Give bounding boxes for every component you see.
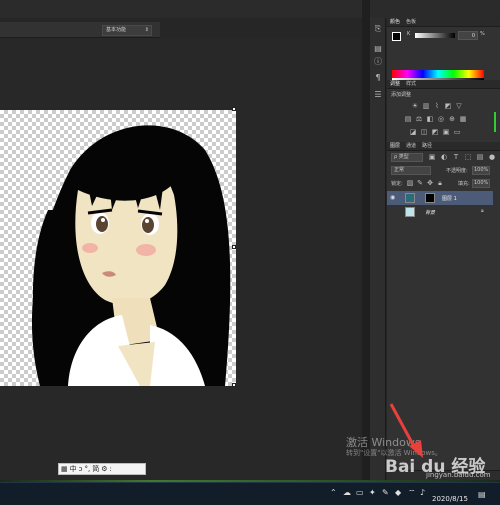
ime-simplified[interactable]: 简 (92, 464, 99, 474)
ime-toolbar[interactable]: ▦ 中 ɔ °, 简 ⚙ : (58, 463, 146, 475)
brightness-icon[interactable]: ☀ (411, 102, 419, 110)
eye-icon[interactable]: ◉ (390, 194, 395, 201)
workspace-select[interactable]: 基本功能 ⇕ (102, 25, 152, 36)
panel-icon-strip: ⎘ ▤ ⓘ ¶ ☰ (370, 18, 386, 480)
chevron-up-icon[interactable]: ⌃ (330, 488, 337, 497)
layer-thumbnail (405, 193, 415, 203)
chevron-down-icon: ⇕ (144, 27, 149, 33)
volume-icon[interactable]: ♪ (420, 488, 425, 497)
lock-label: 锁定: (391, 181, 403, 187)
tab-color[interactable]: 颜色 (390, 18, 400, 26)
gradient-map-icon[interactable]: ▭ (453, 128, 461, 136)
tab-styles[interactable]: 样式 (406, 80, 416, 88)
k-unit-label: % (480, 31, 485, 37)
adjustments-subtitle: 添加调整 (391, 92, 412, 98)
lock-position-icon[interactable]: ✥ (426, 179, 434, 187)
dock-divider (362, 0, 370, 480)
red-arrow-annotation (389, 403, 423, 458)
tab-adjustments[interactable]: 调整 (390, 80, 400, 88)
foreground-color-swatch[interactable] (392, 32, 401, 41)
ime-mode[interactable]: 中 (70, 464, 77, 474)
k-slider[interactable] (415, 33, 455, 38)
network-icon[interactable]: ⌔ (408, 488, 416, 498)
baidu-jingyan-url: jingyan.baidu.com (426, 471, 491, 479)
properties-icon[interactable]: ☰ (373, 90, 383, 100)
filter-type-icon[interactable]: T (452, 153, 460, 161)
filter-shape-icon[interactable]: ⬚ (464, 153, 472, 161)
layer-mask-thumbnail[interactable] (425, 193, 435, 203)
layer-name[interactable]: 背景 (425, 209, 435, 216)
filter-toggle-icon[interactable]: ● (488, 153, 496, 161)
color-spectrum-bar[interactable] (392, 70, 484, 78)
transform-handle[interactable] (232, 107, 236, 111)
ime-moon-icon[interactable]: ɔ (79, 464, 83, 474)
document-canvas[interactable] (0, 110, 236, 386)
vibrance-icon[interactable]: ▽ (455, 102, 463, 110)
tab-layers[interactable]: 图层 (390, 142, 400, 150)
info-icon[interactable]: ⓘ (373, 57, 383, 67)
transform-handle[interactable] (232, 245, 236, 249)
layer-kind-filter[interactable]: ρ 类型 (391, 153, 423, 162)
lock-icon: 🔒︎ (481, 208, 484, 214)
tab-channels[interactable]: 通道 (406, 142, 416, 150)
layer-row-selected[interactable]: ◉ 图层 1 (387, 191, 493, 205)
history-icon[interactable]: ⎘ (373, 24, 383, 34)
workspace-select-label: 基本功能 (106, 27, 127, 33)
paragraph-icon[interactable]: ¶ (373, 73, 383, 83)
posterize-icon[interactable]: ◫ (420, 128, 428, 136)
ime-grid-icon[interactable]: ▦ (61, 464, 68, 474)
k-channel-label: K (407, 31, 411, 37)
tab-swatches[interactable]: 色板 (406, 18, 416, 26)
opacity-label: 不透明度: (446, 168, 468, 174)
swatches-icon[interactable]: ▤ (373, 44, 383, 54)
filter-adjustment-icon[interactable]: ◐ (440, 153, 448, 161)
filter-smart-icon[interactable]: ▤ (476, 153, 484, 161)
layer-thumbnail (405, 207, 415, 217)
black-white-icon[interactable]: ◧ (426, 115, 434, 123)
anime-girl-illustration (31, 125, 231, 386)
photo-filter-icon[interactable]: ◎ (437, 115, 445, 123)
lock-transparency-icon[interactable]: ▨ (406, 179, 414, 187)
filter-pixel-icon[interactable]: ▣ (428, 153, 436, 161)
battery-icon[interactable]: ▭ (356, 488, 364, 497)
exposure-icon[interactable]: ◩ (444, 102, 452, 110)
layers-panel-tabs: 图层 通道 路径 (387, 142, 500, 151)
layer-row[interactable]: 背景 🔒︎ (387, 206, 493, 218)
color-lookup-icon[interactable]: ▦ (459, 115, 467, 123)
lock-all-icon[interactable]: 🔒︎ (436, 179, 444, 187)
color-balance-icon[interactable]: ⚖ (415, 115, 423, 123)
curves-icon[interactable]: ⌇ (433, 102, 441, 110)
invert-icon[interactable]: ◪ (409, 128, 417, 136)
selective-color-icon[interactable]: ▣ (442, 128, 450, 136)
panel-scrollbar[interactable] (494, 112, 496, 132)
title-bar (0, 0, 500, 18)
grayscale-ramp[interactable] (392, 78, 484, 80)
fill-field[interactable]: 100% (472, 179, 490, 188)
ime-punctuation[interactable]: °, (84, 464, 90, 474)
threshold-icon[interactable]: ◩ (431, 128, 439, 136)
blend-mode-select[interactable]: 正常 (391, 166, 431, 175)
color-panel-tabs: 颜色 色板 (387, 18, 500, 27)
channel-mixer-icon[interactable]: ⊕ (448, 115, 456, 123)
app-tray-icon-2[interactable]: ✎ (382, 488, 389, 497)
cloud-icon[interactable]: ☁ (343, 488, 351, 497)
opacity-field[interactable]: 100% (472, 166, 490, 175)
levels-icon[interactable]: ▥ (422, 102, 430, 110)
tab-paths[interactable]: 路径 (422, 142, 432, 150)
app-tray-icon[interactable]: ✦ (369, 488, 376, 497)
ime-settings-icon[interactable]: ⚙ (101, 464, 107, 474)
transform-handle[interactable] (232, 383, 236, 387)
taskbar-date[interactable]: 2020/8/15 (432, 495, 468, 503)
ime-more[interactable]: : (110, 464, 112, 474)
k-value-field[interactable]: 0 (458, 31, 478, 40)
adjustments-panel-tabs: 调整 样式 (387, 80, 500, 89)
hue-saturation-icon[interactable]: ▤ (404, 115, 412, 123)
app-tray-icon-3[interactable]: ◆ (395, 488, 401, 497)
fill-label: 填充: (458, 181, 470, 187)
layer-name[interactable]: 图层 1 (442, 195, 457, 202)
lock-pixels-icon[interactable]: ✎ (416, 179, 424, 187)
notification-icon[interactable]: ▤ (478, 490, 486, 499)
